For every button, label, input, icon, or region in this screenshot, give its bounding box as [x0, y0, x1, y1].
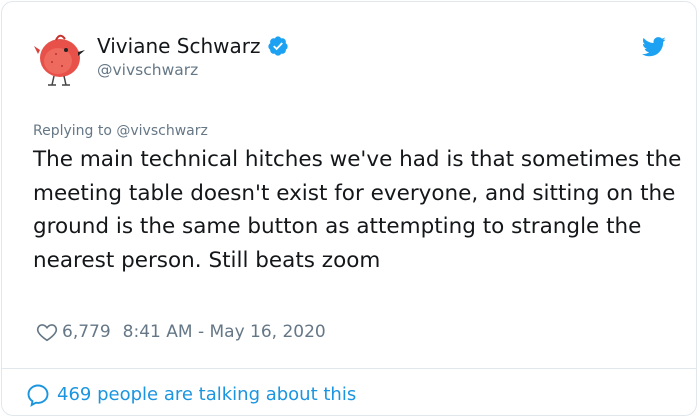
engagement-text[interactable]: 469 people are talking about this: [57, 382, 356, 408]
verified-badge-icon: [267, 36, 288, 56]
avatar[interactable]: [32, 28, 88, 88]
tweet-author[interactable]: Viviane Schwarz @vivschwarz: [97, 33, 289, 80]
engagement-link[interactable]: 469 people are talking about this: [26, 382, 356, 408]
speech-bubble-icon: [27, 384, 49, 407]
tweet-text: The main technical hitches we've had is …: [33, 147, 682, 273]
name-row: Viviane Schwarz: [97, 33, 289, 59]
reply-context[interactable]: Replying to @vivschwarz: [33, 122, 208, 140]
timestamp[interactable]: 8:41 AM - May 16, 2020: [123, 320, 326, 344]
tweet-card: Viviane Schwarz @vivschwarz Replying to …: [1, 1, 697, 416]
handle[interactable]: @vivschwarz: [97, 60, 289, 80]
like-count[interactable]: 6,779: [62, 320, 111, 344]
display-name[interactable]: Viviane Schwarz: [97, 33, 261, 59]
twitter-bird-icon[interactable]: [642, 37, 666, 57]
tweet-meta: 6,779 8:41 AM - May 16, 2020: [36, 320, 326, 344]
heart-icon[interactable]: [36, 321, 58, 343]
divider: [2, 368, 696, 369]
